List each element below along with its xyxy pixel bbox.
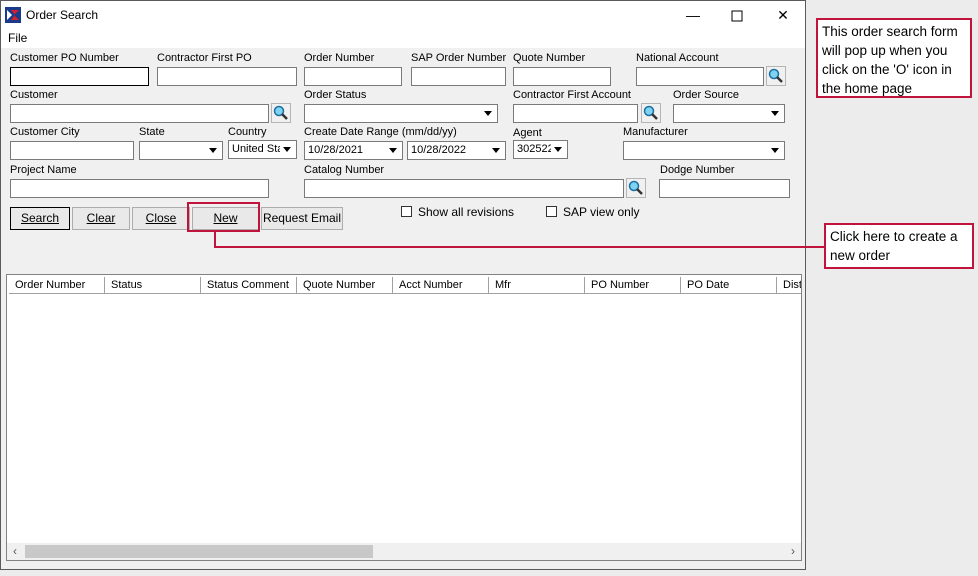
chevron-down-icon [489, 143, 504, 158]
callout-connector-horizontal [214, 246, 824, 248]
date-to-value: 10/28/2022 [411, 144, 467, 156]
column-header-po-date[interactable]: PO Date [681, 277, 777, 294]
column-header-quote-number[interactable]: Quote Number [297, 277, 393, 294]
clear-button[interactable]: Clear [72, 207, 130, 230]
scroll-left-icon[interactable]: ‹ [7, 543, 23, 560]
customer-lookup-button[interactable] [271, 103, 291, 123]
order-status-label: Order Status [304, 89, 367, 101]
chevron-down-icon [386, 143, 401, 158]
window-title: Order Search [26, 8, 99, 22]
sap-view-only-label: SAP view only [563, 205, 640, 219]
column-header-order-number[interactable]: Order Number [9, 277, 105, 294]
column-header-po-number[interactable]: PO Number [585, 277, 681, 294]
country-label: Country [228, 126, 267, 138]
contractor-first-po-label: Contractor First PO [157, 52, 252, 64]
popup-note-callout: This order search form will pop up when … [816, 18, 972, 98]
column-header-acct-number[interactable]: Acct Number [393, 277, 489, 294]
magnifier-icon [768, 68, 783, 83]
magnifier-icon [628, 180, 643, 195]
sap-order-number-label: SAP Order Number [411, 52, 507, 64]
contractor-first-account-input[interactable] [513, 104, 638, 123]
country-value: United Sta [232, 143, 284, 155]
date-to-picker[interactable]: 10/28/2022 [407, 141, 506, 160]
national-account-input[interactable] [636, 67, 764, 86]
date-from-picker[interactable]: 10/28/2021 [304, 141, 403, 160]
column-header-status[interactable]: Status [105, 277, 201, 294]
dodge-number-label: Dodge Number [660, 164, 735, 176]
order-number-input[interactable] [304, 67, 402, 86]
chevron-down-icon [551, 142, 566, 157]
contractor-first-po-input[interactable] [157, 67, 297, 86]
sap-view-only-checkbox[interactable] [546, 206, 557, 217]
app-logo-icon [5, 7, 21, 23]
agent-select[interactable]: 302522 [513, 140, 568, 159]
minimize-icon[interactable]: — [671, 3, 715, 27]
scrollbar-thumb[interactable] [25, 545, 373, 558]
state-select[interactable] [139, 141, 223, 160]
contractor-first-account-lookup-button[interactable] [641, 103, 661, 123]
national-account-lookup-button[interactable] [766, 66, 786, 86]
customer-input[interactable] [10, 104, 269, 123]
project-name-input[interactable] [10, 179, 269, 198]
contractor-first-account-label: Contractor First Account [513, 89, 631, 101]
maximize-icon[interactable] [715, 3, 759, 27]
search-button[interactable]: Search [10, 207, 70, 230]
customer-po-input[interactable] [10, 67, 149, 86]
national-account-label: National Account [636, 52, 719, 64]
agent-label: Agent [513, 127, 542, 139]
chevron-down-icon [481, 106, 496, 121]
project-name-label: Project Name [10, 164, 77, 176]
order-status-select[interactable] [304, 104, 498, 123]
order-source-label: Order Source [673, 89, 740, 101]
menu-bar: File [1, 29, 805, 48]
order-number-label: Order Number [304, 52, 375, 64]
results-grid[interactable]: Order Number Status Status Comment Quote… [6, 274, 802, 561]
chevron-down-icon [768, 143, 783, 158]
new-button-highlight [187, 202, 260, 232]
magnifier-icon [643, 105, 658, 120]
menu-file[interactable]: File [8, 31, 27, 45]
customer-city-input[interactable] [10, 141, 134, 160]
create-date-range-label: Create Date Range (mm/dd/yy) [304, 126, 457, 138]
chevron-down-icon [768, 106, 783, 121]
state-label: State [139, 126, 165, 138]
catalog-number-lookup-button[interactable] [626, 178, 646, 198]
customer-city-label: Customer City [10, 126, 80, 138]
column-header-mfr[interactable]: Mfr [489, 277, 585, 294]
show-all-revisions-label: Show all revisions [418, 205, 515, 219]
country-select[interactable]: United Sta [228, 140, 297, 159]
manufacturer-label: Manufacturer [623, 126, 688, 138]
date-from-value: 10/28/2021 [308, 144, 364, 156]
chevron-down-icon [206, 143, 221, 158]
catalog-number-label: Catalog Number [304, 164, 385, 176]
order-source-select[interactable] [673, 104, 785, 123]
quote-number-label: Quote Number [513, 52, 586, 64]
catalog-number-input[interactable] [304, 179, 624, 198]
order-search-window: Order Search — ✕ File Customer PO Number… [0, 0, 806, 570]
dodge-number-input[interactable] [659, 179, 790, 198]
sap-order-number-input[interactable] [411, 67, 506, 86]
close-button[interactable]: Close [132, 207, 190, 230]
column-header-dist[interactable]: Dist [777, 277, 801, 294]
manufacturer-select[interactable] [623, 141, 785, 160]
chevron-down-icon [280, 142, 295, 157]
quote-number-input[interactable] [513, 67, 611, 86]
customer-label: Customer [10, 89, 58, 101]
title-bar: Order Search — ✕ [1, 1, 805, 29]
column-header-status-comment[interactable]: Status Comment [201, 277, 297, 294]
new-order-callout: Click here to create a new order [824, 223, 974, 269]
scroll-right-icon[interactable]: › [785, 543, 801, 560]
close-window-icon[interactable]: ✕ [761, 3, 805, 27]
agent-value: 302522 [517, 143, 554, 155]
horizontal-scrollbar[interactable]: ‹ › [7, 543, 801, 560]
customer-po-label: Customer PO Number [10, 52, 119, 64]
show-all-revisions-checkbox[interactable] [401, 206, 412, 217]
magnifier-icon [273, 105, 288, 120]
request-email-button[interactable]: Request Email [261, 207, 343, 230]
